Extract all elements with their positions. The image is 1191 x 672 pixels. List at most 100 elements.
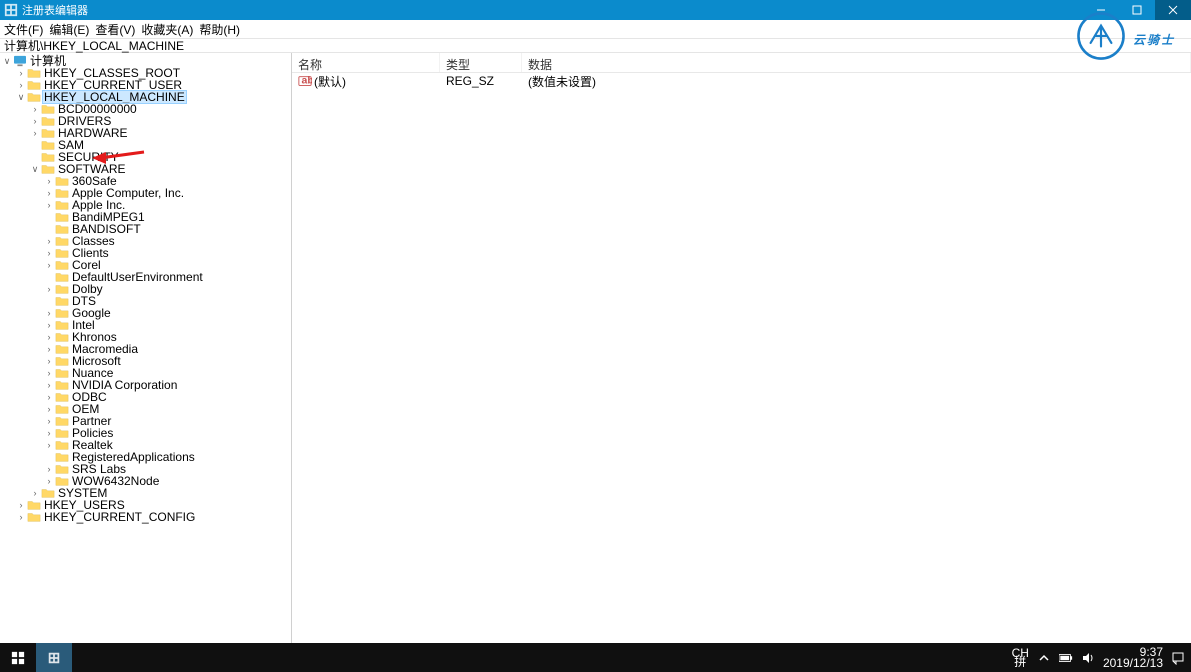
menu-view[interactable]: 查看(V) xyxy=(95,21,135,38)
tree-hklm[interactable]: ∨HKEY_LOCAL_MACHINE xyxy=(0,91,291,103)
toggle-icon[interactable]: › xyxy=(44,259,54,271)
main-area: ∨计算机›HKEY_CLASSES_ROOT›HKEY_CURRENT_USER… xyxy=(0,53,1191,643)
tree-item[interactable]: SAM xyxy=(0,139,291,151)
toggle-icon[interactable]: › xyxy=(30,127,40,139)
app-icon xyxy=(4,3,18,17)
value-name: (默认) xyxy=(314,73,346,90)
toggle-icon[interactable] xyxy=(44,271,54,283)
toggle-icon[interactable]: ∨ xyxy=(30,163,40,175)
start-button[interactable] xyxy=(0,643,36,672)
tree-item[interactable]: ›Apple Inc. xyxy=(0,199,291,211)
notification-icon[interactable] xyxy=(1171,651,1185,665)
tree-item[interactable]: BANDISOFT xyxy=(0,223,291,235)
tree-item[interactable]: ›Apple Computer, Inc. xyxy=(0,187,291,199)
toggle-icon[interactable] xyxy=(44,211,54,223)
tree-item[interactable]: ›Microsoft xyxy=(0,355,291,367)
toggle-icon[interactable] xyxy=(44,451,54,463)
toggle-icon[interactable] xyxy=(44,223,54,235)
window-title: 注册表编辑器 xyxy=(22,2,1187,18)
tree-item[interactable]: ›Classes xyxy=(0,235,291,247)
toggle-icon[interactable]: › xyxy=(44,331,54,343)
toggle-icon[interactable]: › xyxy=(16,67,26,79)
titlebar: 注册表编辑器 xyxy=(0,0,1191,20)
tree-item[interactable]: ›ODBC xyxy=(0,391,291,403)
toggle-icon[interactable] xyxy=(30,139,40,151)
tree-item[interactable]: ›NVIDIA Corporation xyxy=(0,379,291,391)
menu-help[interactable]: 帮助(H) xyxy=(199,21,240,38)
toggle-icon[interactable]: › xyxy=(16,79,26,91)
tree-item[interactable]: ›Dolby xyxy=(0,283,291,295)
toggle-icon[interactable]: › xyxy=(44,235,54,247)
toggle-icon[interactable]: › xyxy=(44,283,54,295)
toggle-icon[interactable]: › xyxy=(44,463,54,475)
tray-chevron-up-icon[interactable] xyxy=(1037,651,1051,665)
toggle-icon[interactable]: ∨ xyxy=(2,55,12,67)
toggle-icon[interactable]: › xyxy=(44,307,54,319)
tree-item[interactable]: ›HARDWARE xyxy=(0,127,291,139)
toggle-icon[interactable]: › xyxy=(44,343,54,355)
column-type[interactable]: 类型 xyxy=(440,53,522,72)
tree-item[interactable]: ›Macromedia xyxy=(0,343,291,355)
toggle-icon[interactable]: › xyxy=(16,511,26,523)
svg-text:ab: ab xyxy=(302,75,313,87)
toggle-icon[interactable]: › xyxy=(44,439,54,451)
toggle-icon[interactable]: › xyxy=(44,367,54,379)
toggle-icon[interactable]: › xyxy=(30,115,40,127)
toggle-icon[interactable]: › xyxy=(44,319,54,331)
tree-item[interactable]: ›Google xyxy=(0,307,291,319)
toggle-icon[interactable]: › xyxy=(44,415,54,427)
tree-item[interactable]: ›Khronos xyxy=(0,331,291,343)
toggle-icon[interactable]: › xyxy=(44,475,54,487)
maximize-button[interactable] xyxy=(1119,0,1155,20)
string-value-icon: ab xyxy=(298,74,312,88)
close-button[interactable] xyxy=(1155,0,1191,20)
menu-edit[interactable]: 编辑(E) xyxy=(49,21,89,38)
tree-item[interactable]: DTS xyxy=(0,295,291,307)
volume-icon[interactable] xyxy=(1081,651,1095,665)
column-data[interactable]: 数据 xyxy=(522,53,1191,72)
toggle-icon[interactable]: ∨ xyxy=(16,91,26,103)
tree-item[interactable]: BandiMPEG1 xyxy=(0,211,291,223)
tree-item[interactable]: DefaultUserEnvironment xyxy=(0,271,291,283)
tree-software[interactable]: ∨SOFTWARE xyxy=(0,163,291,175)
system-tray: CH拼 9:372019/12/13 xyxy=(1012,643,1191,672)
toggle-icon[interactable]: › xyxy=(16,499,26,511)
tree-item[interactable]: ›BCD00000000 xyxy=(0,103,291,115)
battery-icon[interactable] xyxy=(1059,651,1073,665)
toggle-icon[interactable]: › xyxy=(30,103,40,115)
values-header[interactable]: 名称 类型 数据 xyxy=(292,53,1191,73)
ime-indicator[interactable]: CH拼 xyxy=(1012,649,1029,667)
toggle-icon[interactable]: › xyxy=(44,427,54,439)
value-row[interactable]: ab (默认) REG_SZ (数值未设置) xyxy=(292,73,1191,89)
tree-item[interactable]: ›Intel xyxy=(0,319,291,331)
clock[interactable]: 9:372019/12/13 xyxy=(1103,647,1163,669)
menu-favorites[interactable]: 收藏夹(A) xyxy=(141,21,193,38)
toggle-icon[interactable]: › xyxy=(44,247,54,259)
minimize-button[interactable] xyxy=(1083,0,1119,20)
tree-item[interactable]: ›Partner xyxy=(0,415,291,427)
toggle-icon[interactable]: › xyxy=(44,379,54,391)
tree-hkcc[interactable]: ›HKEY_CURRENT_CONFIG xyxy=(0,511,291,523)
tree-item[interactable]: ›WOW6432Node xyxy=(0,475,291,487)
toggle-icon[interactable]: › xyxy=(44,403,54,415)
toggle-icon[interactable]: › xyxy=(44,355,54,367)
tree-item[interactable]: ›Policies xyxy=(0,427,291,439)
address-bar[interactable]: 计算机\HKEY_LOCAL_MACHINE xyxy=(0,38,1191,53)
task-regedit[interactable] xyxy=(36,643,72,672)
column-name[interactable]: 名称 xyxy=(292,53,440,72)
toggle-icon[interactable] xyxy=(44,295,54,307)
tree-item[interactable]: SECURITY xyxy=(0,151,291,163)
toggle-icon[interactable]: › xyxy=(30,487,40,499)
menu-file[interactable]: 文件(F) xyxy=(4,21,43,38)
toggle-icon[interactable]: › xyxy=(44,199,54,211)
tree-item[interactable]: ›DRIVERS xyxy=(0,115,291,127)
tree-item[interactable]: ›OEM xyxy=(0,403,291,415)
value-type: REG_SZ xyxy=(446,74,494,88)
tree-item[interactable]: RegisteredApplications xyxy=(0,451,291,463)
tree-item[interactable]: ›Clients xyxy=(0,247,291,259)
toggle-icon[interactable]: › xyxy=(44,391,54,403)
toggle-icon[interactable]: › xyxy=(44,175,54,187)
toggle-icon[interactable] xyxy=(30,151,40,163)
toggle-icon[interactable]: › xyxy=(44,187,54,199)
tree-panel[interactable]: ∨计算机›HKEY_CLASSES_ROOT›HKEY_CURRENT_USER… xyxy=(0,53,292,643)
